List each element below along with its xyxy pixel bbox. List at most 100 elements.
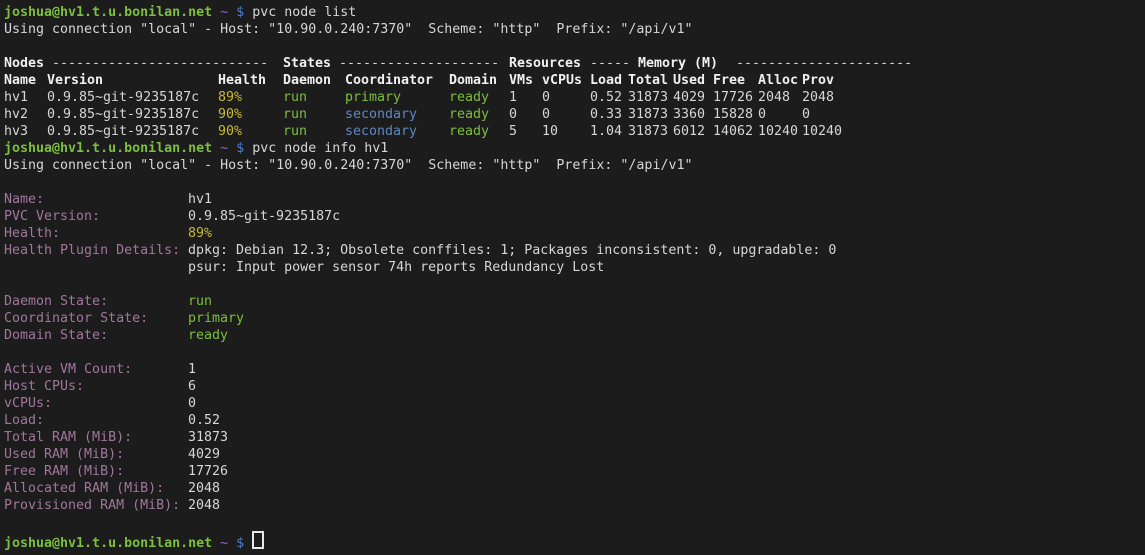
- cell-total: 31873: [628, 89, 668, 106]
- col-used: Used: [673, 72, 705, 89]
- info-row-coordinator-state: Coordinator State: primary: [4, 310, 1145, 327]
- prompt-line-3[interactable]: joshua@hv1.t.u.bonilan.net ~ $: [4, 531, 1145, 548]
- cell-name: hv3: [4, 123, 28, 140]
- prompt-dollar: $: [236, 141, 252, 156]
- cell-version: 0.9.85~git-9235187c: [47, 123, 199, 140]
- info-value: 89%: [188, 225, 212, 242]
- info-label: PVC Version:: [4, 208, 100, 225]
- info-value: 0.9.85~git-9235187c: [188, 208, 340, 225]
- info-value: primary: [188, 310, 244, 327]
- info-label: Health Plugin Details:: [4, 242, 180, 259]
- info-label: Total RAM (MiB):: [4, 429, 132, 446]
- info-row-health: Health: 89%: [4, 225, 1145, 242]
- cell-used: 6012: [673, 123, 705, 140]
- col-daemon: Daemon: [283, 72, 331, 89]
- blank-line: [4, 38, 1145, 55]
- cell-prov: 10240: [802, 123, 842, 140]
- cell-domain: ready: [449, 123, 489, 140]
- info-label: Daemon State:: [4, 293, 108, 310]
- info-label: Provisioned RAM (MiB):: [4, 497, 180, 514]
- node-row-hv3: hv3 0.9.85~git-9235187c 90% run secondar…: [4, 123, 1145, 140]
- col-alloc: Alloc: [758, 72, 798, 89]
- info-value: psur: Input power sensor 74h reports Red…: [188, 259, 604, 276]
- prompt-user-host: joshua@hv1.t.u.bonilan.net: [4, 141, 212, 156]
- cell-load: 0.52: [590, 89, 622, 106]
- info-row-allocated-ram: Allocated RAM (MiB): 2048: [4, 480, 1145, 497]
- cell-coordinator: secondary: [345, 106, 417, 123]
- info-row-provisioned-ram: Provisioned RAM (MiB): 2048: [4, 497, 1145, 514]
- group-states-dashes: --------------------: [339, 55, 499, 72]
- cell-daemon: run: [283, 89, 307, 106]
- cell-health: 90%: [218, 106, 242, 123]
- command-node-list: pvc node list: [252, 5, 356, 20]
- info-row-load: Load: 0.52: [4, 412, 1145, 429]
- cell-total: 31873: [628, 106, 668, 123]
- info-row-domain-state: Domain State: ready: [4, 327, 1145, 344]
- col-coordinator: Coordinator: [345, 72, 433, 89]
- prompt-tilde: ~: [212, 536, 236, 551]
- col-domain: Domain: [449, 72, 497, 89]
- cell-free: 15828: [713, 106, 753, 123]
- node-row-hv2: hv2 0.9.85~git-9235187c 90% run secondar…: [4, 106, 1145, 123]
- col-version: Version: [47, 72, 103, 89]
- info-value: 4029: [188, 446, 220, 463]
- cell-coordinator: secondary: [345, 123, 417, 140]
- col-vms: VMs: [509, 72, 533, 89]
- group-resources-dashes: -----: [590, 55, 630, 72]
- prompt-dollar: $: [236, 536, 252, 551]
- cell-name: hv1: [4, 89, 28, 106]
- col-health: Health: [218, 72, 266, 89]
- info-label: Name:: [4, 191, 44, 208]
- info-value: 0: [188, 395, 196, 412]
- info-row-host-cpus: Host CPUs: 6: [4, 378, 1145, 395]
- col-free: Free: [713, 72, 745, 89]
- cell-coordinator: primary: [345, 89, 401, 106]
- cell-daemon: run: [283, 123, 307, 140]
- info-label: Used RAM (MiB):: [4, 446, 124, 463]
- cell-domain: ready: [449, 89, 489, 106]
- node-list-column-header: Name Version Health Daemon Coordinator D…: [4, 72, 1145, 89]
- col-total: Total: [628, 72, 668, 89]
- cell-load: 1.04: [590, 123, 622, 140]
- node-list-group-header: Nodes --------------------------- States…: [4, 55, 1145, 72]
- terminal-window[interactable]: joshua@hv1.t.u.bonilan.net ~ $ pvc node …: [0, 0, 1145, 555]
- cell-total: 31873: [628, 123, 668, 140]
- connection-info-text: Using connection "local" - Host: "10.90.…: [4, 158, 692, 173]
- info-row-used-ram: Used RAM (MiB): 4029: [4, 446, 1145, 463]
- info-label: Host CPUs:: [4, 378, 84, 395]
- cell-version: 0.9.85~git-9235187c: [47, 89, 199, 106]
- group-nodes-label: Nodes: [4, 55, 44, 72]
- info-value: 17726: [188, 463, 228, 480]
- cell-alloc: 0: [758, 106, 766, 123]
- info-row-health-plugin-details-2: psur: Input power sensor 74h reports Red…: [4, 259, 1145, 276]
- info-label: Free RAM (MiB):: [4, 463, 124, 480]
- info-label: Active VM Count:: [4, 361, 132, 378]
- info-row-free-ram: Free RAM (MiB): 17726: [4, 463, 1145, 480]
- info-row-vcpus: vCPUs: 0: [4, 395, 1145, 412]
- info-row-pvc-version: PVC Version: 0.9.85~git-9235187c: [4, 208, 1145, 225]
- cell-domain: ready: [449, 106, 489, 123]
- cell-load: 0.33: [590, 106, 622, 123]
- info-value: 1: [188, 361, 196, 378]
- info-value: dpkg: Debian 12.3; Obsolete conffiles: 1…: [188, 242, 836, 259]
- blank-line: [4, 276, 1145, 293]
- cell-vcpus: 0: [542, 89, 550, 106]
- info-value: run: [188, 293, 212, 310]
- info-value: 0.52: [188, 412, 220, 429]
- cell-prov: 0: [802, 106, 810, 123]
- cell-alloc: 2048: [758, 89, 790, 106]
- node-row-hv1: hv1 0.9.85~git-9235187c 89% run primary …: [4, 89, 1145, 106]
- cell-used: 4029: [673, 89, 705, 106]
- terminal-cursor[interactable]: [252, 531, 264, 549]
- blank-line: [4, 174, 1145, 191]
- info-label: Domain State:: [4, 327, 108, 344]
- cell-daemon: run: [283, 106, 307, 123]
- cell-used: 3360: [673, 106, 705, 123]
- col-load: Load: [590, 72, 622, 89]
- col-prov: Prov: [802, 72, 834, 89]
- col-name: Name: [4, 72, 36, 89]
- prompt-line-1: joshua@hv1.t.u.bonilan.net ~ $ pvc node …: [4, 4, 1145, 21]
- prompt-user-host: joshua@hv1.t.u.bonilan.net: [4, 536, 212, 551]
- info-row-active-vm-count: Active VM Count: 1: [4, 361, 1145, 378]
- group-memory-dashes: ----------------------: [736, 55, 912, 72]
